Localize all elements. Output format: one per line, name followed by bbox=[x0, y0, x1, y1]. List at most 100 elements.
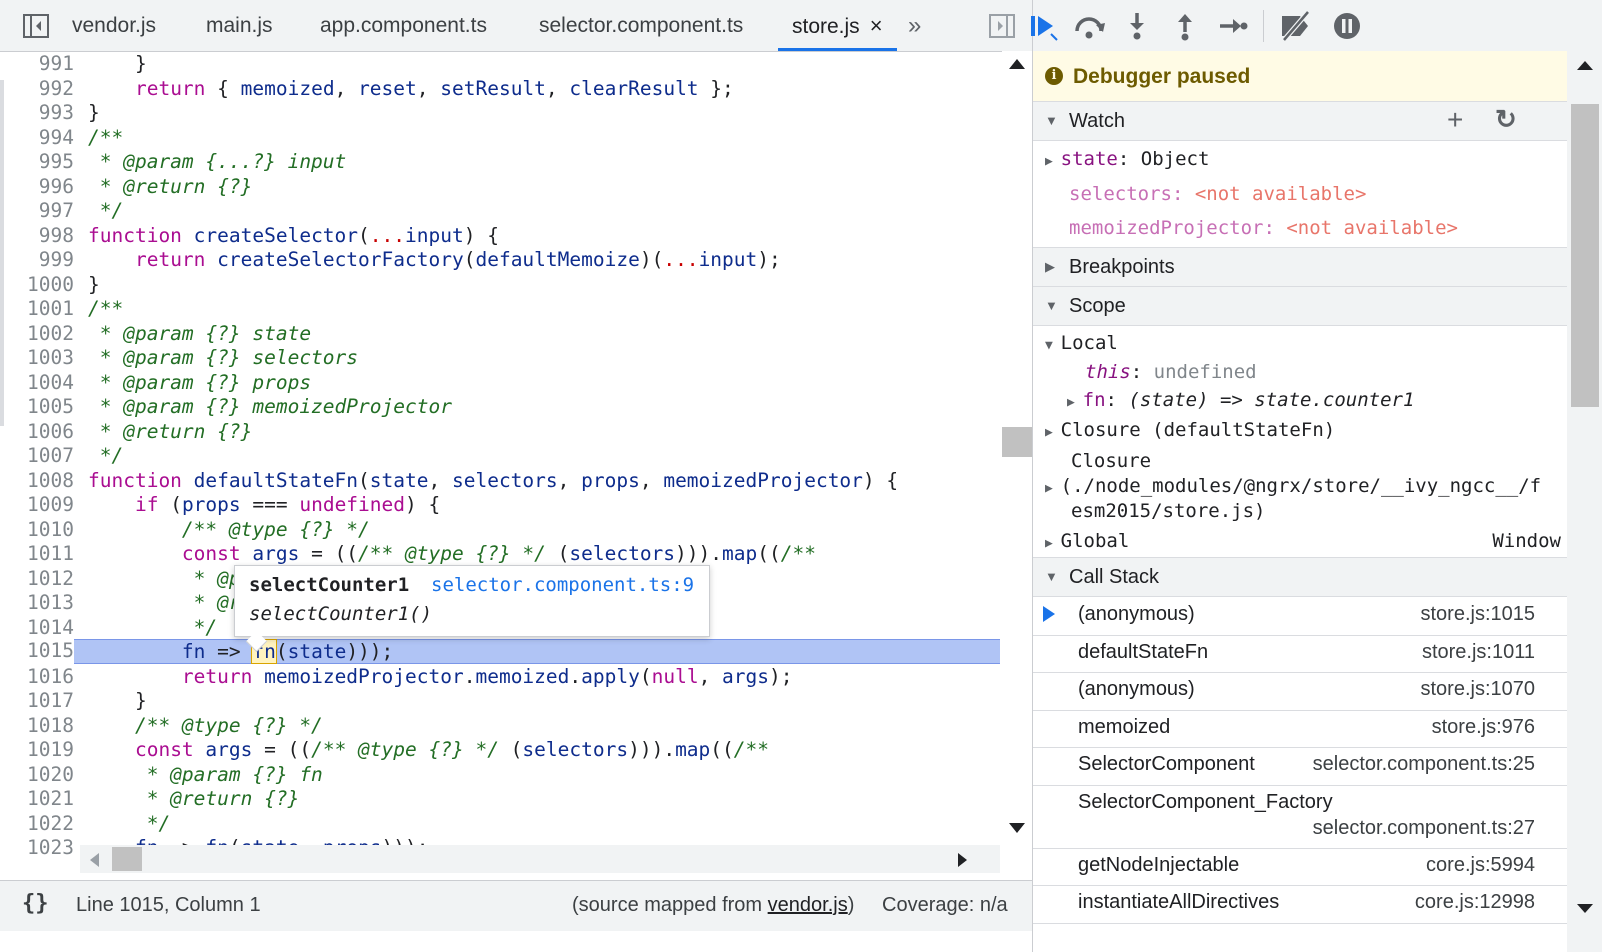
line-number[interactable]: 993 bbox=[0, 100, 74, 125]
scope-closure-store-path[interactable]: ▶ (./node_modules/@ngrx/store/__ivy_ngcc… bbox=[1045, 475, 1541, 497]
line-number[interactable]: 1015 bbox=[0, 639, 74, 664]
debugger-scrollbar[interactable] bbox=[1567, 51, 1602, 952]
hscroll-thumb[interactable] bbox=[112, 847, 142, 871]
tooltip-source-link[interactable]: selector.component.ts:9 bbox=[431, 574, 694, 596]
frame-location[interactable]: store.js:1070 bbox=[1420, 678, 1535, 701]
line-number[interactable]: 1007 bbox=[0, 443, 74, 468]
pretty-print-icon[interactable]: {} bbox=[22, 891, 49, 916]
line-number[interactable]: 996 bbox=[0, 174, 74, 199]
line-number[interactable]: 1024 bbox=[0, 860, 74, 864]
line-number[interactable]: 1022 bbox=[0, 811, 74, 836]
watch-item-state[interactable]: ▶ state: Object bbox=[1045, 148, 1209, 170]
scope-local[interactable]: ▼ Local bbox=[1045, 332, 1118, 354]
line-number[interactable]: 1016 bbox=[0, 664, 74, 689]
close-tab-icon[interactable]: × bbox=[870, 13, 883, 38]
pause-on-exceptions-icon[interactable] bbox=[1329, 8, 1365, 44]
code-area[interactable]: 991 } 992 return { memoized, reset, setRe… bbox=[0, 51, 1000, 863]
line-number[interactable]: 995 bbox=[0, 149, 74, 174]
resume-icon[interactable] bbox=[1025, 8, 1061, 44]
line-number[interactable]: 1005 bbox=[0, 394, 74, 419]
line-code: } bbox=[88, 689, 147, 712]
scroll-up-arrow-icon[interactable] bbox=[1009, 59, 1025, 69]
scroll-down-arrow-icon[interactable] bbox=[1009, 823, 1025, 833]
callstack-section-header[interactable]: ▼ Call Stack bbox=[1033, 557, 1567, 597]
callstack-frame[interactable]: SelectorComponent_Factory selector.compon… bbox=[1033, 785, 1567, 849]
callstack-frame[interactable]: defaultStateFn store.js:1011 bbox=[1033, 635, 1567, 673]
callstack-frame[interactable]: memoized store.js:976 bbox=[1033, 710, 1567, 748]
line-number[interactable]: 1004 bbox=[0, 370, 74, 395]
callstack-frame[interactable]: (anonymous) store.js:1015 bbox=[1033, 597, 1567, 636]
step-out-icon[interactable] bbox=[1167, 8, 1203, 44]
frame-location[interactable]: store.js:1015 bbox=[1420, 603, 1535, 626]
tab-selector-component-ts[interactable]: selector.component.ts bbox=[539, 0, 743, 51]
line-number[interactable]: 991 bbox=[0, 51, 74, 76]
tab-vendor-js[interactable]: vendor.js bbox=[72, 0, 156, 51]
step-into-icon[interactable] bbox=[1119, 8, 1155, 44]
step-icon[interactable] bbox=[1215, 8, 1251, 44]
tab-app-component-ts[interactable]: app.component.ts bbox=[320, 0, 487, 51]
line-number[interactable]: 994 bbox=[0, 125, 74, 150]
line-number[interactable]: 1017 bbox=[0, 688, 74, 713]
code-line: 991 } bbox=[0, 51, 1000, 76]
scroll-thumb[interactable] bbox=[1002, 427, 1032, 457]
line-number[interactable]: 998 bbox=[0, 223, 74, 248]
callstack-frame[interactable]: (anonymous) store.js:1070 bbox=[1033, 672, 1567, 711]
tab-store-js[interactable]: store.js × bbox=[778, 0, 897, 51]
tab-main-js[interactable]: main.js bbox=[206, 0, 273, 51]
watch-section-header[interactable]: ▼ Watch + ↻ bbox=[1033, 101, 1567, 141]
line-number[interactable]: 1010 bbox=[0, 517, 74, 542]
scroll-left-arrow-icon[interactable] bbox=[90, 853, 99, 867]
line-number[interactable]: 1023 bbox=[0, 835, 74, 860]
line-number[interactable]: 1014 bbox=[0, 615, 74, 640]
source-map-link[interactable]: vendor.js bbox=[768, 894, 848, 916]
code-line: 1000} bbox=[0, 272, 1000, 297]
watch-item-memoizedprojector[interactable]: memoizedProjector: <not available> bbox=[1069, 217, 1458, 239]
frame-location[interactable]: selector.component.ts:25 bbox=[1313, 753, 1535, 776]
line-number[interactable]: 999 bbox=[0, 247, 74, 272]
line-number[interactable]: 1013 bbox=[0, 590, 74, 615]
deactivate-breakpoints-icon[interactable] bbox=[1277, 8, 1313, 44]
line-number[interactable]: 1008 bbox=[0, 468, 74, 493]
line-number[interactable]: 1011 bbox=[0, 541, 74, 566]
line-number[interactable]: 1018 bbox=[0, 713, 74, 738]
scroll-thumb[interactable] bbox=[1571, 104, 1599, 407]
line-number[interactable]: 1000 bbox=[0, 272, 74, 297]
frame-location[interactable]: store.js:1011 bbox=[1422, 641, 1535, 664]
frame-location[interactable]: core.js:5994 bbox=[1426, 854, 1535, 877]
line-number[interactable]: 1001 bbox=[0, 296, 74, 321]
add-watch-icon[interactable]: + bbox=[1447, 104, 1463, 136]
toggle-navigator-icon[interactable] bbox=[18, 0, 54, 51]
step-over-icon[interactable] bbox=[1071, 8, 1107, 44]
editor-horizontal-scrollbar[interactable] bbox=[80, 845, 1000, 873]
line-number[interactable]: 1006 bbox=[0, 419, 74, 444]
callstack-frame[interactable]: SelectorComponent selector.component.ts:2… bbox=[1033, 747, 1567, 786]
scroll-down-arrow-icon[interactable] bbox=[1577, 904, 1593, 913]
scope-section-header[interactable]: ▼ Scope bbox=[1033, 286, 1567, 326]
line-number[interactable]: 997 bbox=[0, 198, 74, 223]
scroll-up-arrow-icon[interactable] bbox=[1577, 61, 1593, 70]
frame-location[interactable]: store.js:976 bbox=[1432, 716, 1535, 739]
line-number[interactable]: 1002 bbox=[0, 321, 74, 346]
frame-location[interactable]: core.js:12998 bbox=[1415, 891, 1535, 914]
frame-name: SelectorComponent_Factory bbox=[1078, 790, 1333, 813]
line-number[interactable]: 1003 bbox=[0, 345, 74, 370]
scope-fn[interactable]: ▶ fn: (state) => state.counter1 bbox=[1067, 389, 1414, 411]
watch-item-selectors[interactable]: selectors: <not available> bbox=[1069, 183, 1366, 205]
scroll-right-arrow-icon[interactable] bbox=[958, 853, 967, 867]
scope-global[interactable]: ▶ Global Window bbox=[1045, 530, 1561, 552]
line-number[interactable]: 1020 bbox=[0, 762, 74, 787]
line-number[interactable]: 1009 bbox=[0, 492, 74, 517]
callstack-frame[interactable]: getNodeInjectable core.js:5994 bbox=[1033, 848, 1567, 886]
more-tabs-icon[interactable]: » bbox=[908, 0, 921, 51]
breakpoints-section-header[interactable]: ▶ Breakpoints bbox=[1033, 247, 1567, 287]
line-number[interactable]: 1012 bbox=[0, 566, 74, 591]
frame-location[interactable]: selector.component.ts:27 bbox=[1313, 817, 1535, 840]
refresh-watch-icon[interactable]: ↻ bbox=[1495, 104, 1517, 135]
scope-closure-defaultstatefn[interactable]: ▶ Closure (defaultStateFn) bbox=[1045, 419, 1335, 441]
line-number[interactable]: 1019 bbox=[0, 737, 74, 762]
toggle-debugger-icon[interactable] bbox=[984, 0, 1020, 51]
editor-vertical-scrollbar[interactable] bbox=[1002, 51, 1032, 863]
line-number[interactable]: 1021 bbox=[0, 786, 74, 811]
callstack-frame[interactable]: instantiateAllDirectives core.js:12998 bbox=[1033, 885, 1567, 924]
line-number[interactable]: 992 bbox=[0, 76, 74, 101]
